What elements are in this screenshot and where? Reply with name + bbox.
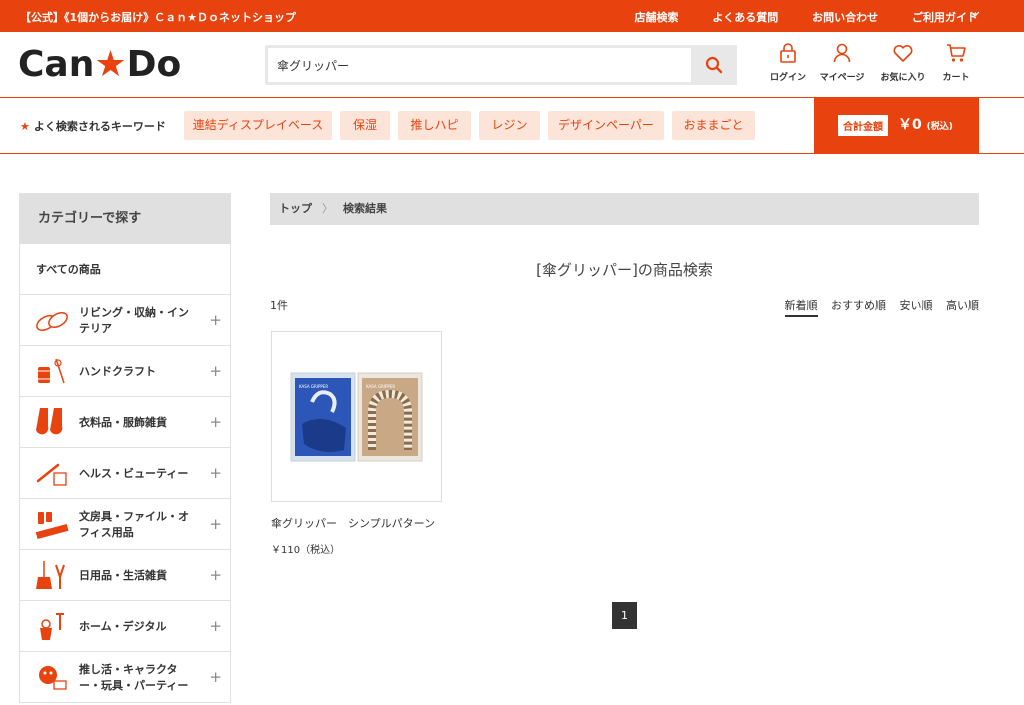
login-label: ログイン — [769, 73, 806, 83]
top-bar: 【公式】《1個からお届け》Ｃａｎ★Ｄｏネットショップ 店舗検索 よくある質問 お… — [0, 0, 1024, 32]
mypage-button[interactable]: マイページ — [812, 42, 872, 83]
cart-icon — [947, 44, 966, 62]
sidebar-item-daily-goods[interactable]: 日用品・生活雑貨 + — [20, 550, 230, 601]
sort-newest[interactable]: 新着順 — [784, 299, 818, 317]
brush-icon — [36, 463, 67, 486]
keyword-chip[interactable]: デザインペーパー — [548, 111, 664, 140]
guide-link[interactable]: ご利用ガイド — [912, 11, 978, 24]
svg-text:KASA GRIPPER: KASA GRIPPER — [299, 384, 328, 389]
logo-text-left: Can — [18, 44, 95, 85]
keyword-chip[interactable]: 推しハピ — [398, 111, 471, 140]
store-search-link[interactable]: 店舗検索 — [634, 11, 678, 24]
cart-total-label: 合計金額 — [838, 115, 888, 136]
sidebar-item-clothing[interactable]: 衣料品・服飾雑貨 + — [20, 397, 230, 448]
socks-icon — [36, 408, 63, 435]
keyword-chip[interactable]: おままごと — [672, 111, 755, 140]
keyword-chip[interactable]: 保湿 — [340, 111, 390, 140]
product-name[interactable]: 傘グリッパー シンプルパターン — [271, 515, 435, 531]
sort-price-high[interactable]: 高い順 — [946, 299, 979, 312]
sidebar-item-health-beauty[interactable]: ヘルス・ビューティー + — [20, 448, 230, 499]
search-button[interactable] — [691, 45, 737, 85]
lock-icon — [780, 43, 796, 63]
contact-link[interactable]: お問い合わせ — [812, 11, 878, 24]
chevron-down-icon[interactable] — [970, 9, 980, 22]
search-box — [265, 45, 737, 85]
sort-price-low[interactable]: 安い順 — [900, 299, 933, 312]
site-title: 【公式】《1個からお届け》Ｃａｎ★Ｄｏネットショップ — [20, 11, 297, 24]
keyword-chip[interactable]: 連結ディスプレイベース — [184, 111, 332, 140]
cart-label: カート — [942, 73, 970, 83]
thread-icon — [38, 358, 65, 384]
sort-recommended[interactable]: おすすめ順 — [831, 299, 886, 312]
expand-icon[interactable]: + — [209, 515, 222, 533]
sidebar-item-living[interactable]: リビング・収納・インテリア + — [20, 295, 230, 346]
star-icon: ★ — [94, 44, 127, 85]
sidebar-item-oshikatsu[interactable]: 推し活・キャラクター・玩具・パーティー + — [20, 652, 230, 703]
ruler-icon — [35, 512, 69, 540]
svg-text:KASA GRIPPER: KASA GRIPPER — [366, 384, 395, 389]
breadcrumb-current: 検索結果 — [343, 202, 387, 215]
chevron-right-icon: 〉 — [322, 202, 333, 215]
sort-options: 新着順 おすすめ順 安い順 高い順 — [775, 297, 979, 317]
heart-icon — [893, 44, 913, 62]
expand-icon[interactable]: + — [209, 566, 222, 584]
keyword-chip[interactable]: レジン — [479, 111, 540, 140]
logo[interactable]: Can★Do — [18, 44, 208, 86]
product-image: KASA GRIPPER KASA GRIPPER — [272, 332, 441, 501]
expand-icon[interactable]: + — [209, 464, 222, 482]
pagination-page-1[interactable]: 1 — [612, 602, 637, 629]
cart-total-amount: ￥0 (税込) — [898, 117, 953, 133]
favorites-button[interactable]: お気に入り — [873, 42, 933, 83]
slippers-icon — [36, 312, 68, 331]
keyword-bar: ★ よく検索されるキーワード 連結ディスプレイベース 保湿 推しハピ レジン デザ… — [0, 97, 1024, 154]
sidebar-item-home-digital[interactable]: ホーム・デジタル + — [20, 601, 230, 652]
expand-icon[interactable]: + — [209, 668, 222, 686]
person-icon — [833, 43, 851, 63]
sidebar-item-stationery[interactable]: 文房具・ファイル・オフィス用品 + — [20, 499, 230, 550]
favorites-label: お気に入り — [880, 73, 926, 83]
header: Can★Do ログイン マイページ お気に入り カート — [0, 32, 1024, 98]
breadcrumb: トップ〉検索結果 — [270, 193, 979, 225]
expand-icon[interactable]: + — [209, 413, 222, 431]
search-input[interactable] — [268, 48, 692, 82]
party-icon — [39, 666, 67, 690]
broom-icon — [36, 561, 65, 589]
expand-icon[interactable]: + — [209, 311, 222, 329]
keyword-label: ★ よく検索されるキーワード — [20, 120, 166, 133]
category-sidebar: カテゴリーで探す すべての商品 リビング・収納・インテリア + ハンドクラフト … — [19, 193, 231, 703]
mypage-label: マイページ — [819, 73, 865, 83]
faq-link[interactable]: よくある質問 — [712, 11, 778, 24]
tools-icon — [40, 613, 64, 640]
sidebar-title: カテゴリーで探す — [20, 194, 230, 244]
breadcrumb-home[interactable]: トップ — [279, 202, 312, 215]
cart-total[interactable]: 合計金額 ￥0 (税込) — [814, 97, 979, 154]
cart-button[interactable]: カート — [926, 42, 986, 83]
logo-text-right: Do — [126, 44, 182, 85]
login-button[interactable]: ログイン — [758, 42, 818, 83]
top-links: 店舗検索 よくある質問 お問い合わせ ご利用ガイド — [604, 9, 978, 25]
sidebar-item-all[interactable]: すべての商品 — [20, 244, 230, 295]
result-count: 1件 — [270, 299, 288, 312]
page-title: [傘グリッパー]の商品検索 — [536, 261, 713, 279]
star-icon: ★ — [20, 120, 30, 133]
expand-icon[interactable]: + — [209, 617, 222, 635]
product-card[interactable]: KASA GRIPPER KASA GRIPPER — [271, 331, 442, 502]
expand-icon[interactable]: + — [209, 362, 222, 380]
sidebar-item-handcraft[interactable]: ハンドクラフト + — [20, 346, 230, 397]
search-icon — [705, 56, 723, 74]
product-price: ￥110（税込） — [271, 545, 341, 556]
